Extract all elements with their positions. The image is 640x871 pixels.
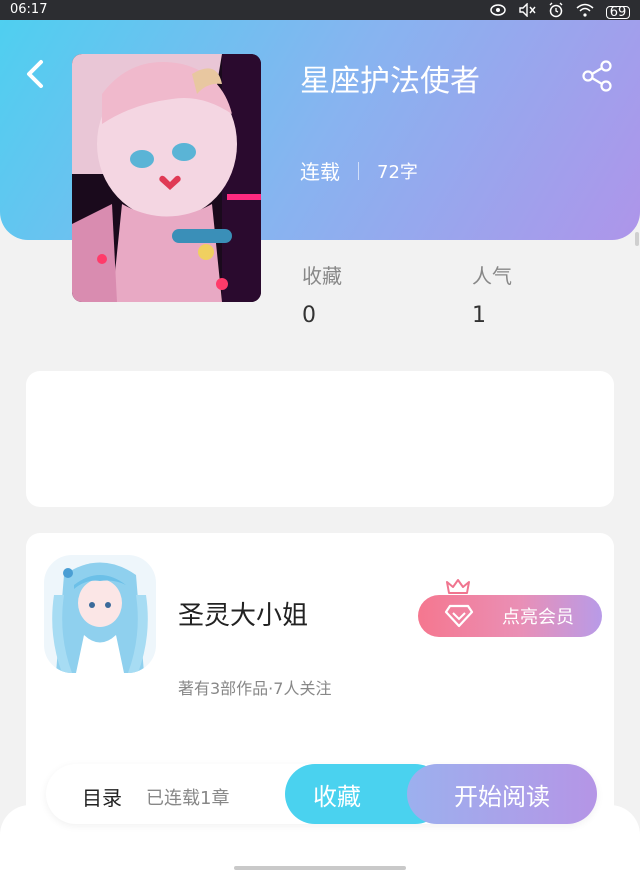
favorites-value: 0 [302, 303, 316, 328]
status-bar: 06:17 69 [0, 0, 640, 20]
chapters-label[interactable]: 已连载1章 [146, 784, 229, 810]
popularity-stat: 人气 1 [472, 260, 512, 328]
intro-card [26, 371, 614, 507]
action-bar: 目录 已连载1章 收藏 开始阅读 [46, 764, 597, 824]
author-avatar[interactable] [44, 555, 156, 673]
favorites-label: 收藏 [302, 264, 342, 288]
alarm-icon [548, 2, 564, 22]
chevron-left-icon [27, 60, 43, 88]
share-button[interactable] [582, 60, 614, 92]
vip-button[interactable]: 点亮会员 [418, 577, 602, 641]
book-title: 星座护法使者 [300, 64, 480, 99]
book-cover[interactable] [72, 54, 261, 302]
scrollbar[interactable] [635, 232, 639, 246]
share-icon [582, 60, 612, 92]
book-meta: 连载 72字 [300, 156, 418, 185]
book-word-count: 72字 [377, 161, 418, 183]
catalog-button[interactable]: 目录 [82, 782, 122, 811]
wifi-icon [576, 3, 594, 21]
diamond-icon [444, 604, 474, 628]
start-reading-button[interactable]: 开始阅读 [407, 764, 597, 824]
crown-icon [446, 579, 470, 597]
eye-icon [490, 4, 506, 20]
favorites-stat: 收藏 0 [302, 260, 342, 328]
author-name[interactable]: 圣灵大小姐 [178, 595, 308, 632]
back-button[interactable] [20, 56, 50, 92]
vip-label: 点亮会员 [502, 607, 574, 628]
meta-divider [358, 161, 359, 180]
mute-icon [518, 2, 536, 21]
home-indicator[interactable] [234, 866, 406, 870]
author-stats: 著有3部作品·7人关注 [178, 679, 332, 698]
book-status: 连载 [300, 160, 340, 184]
popularity-value: 1 [472, 303, 486, 328]
popularity-label: 人气 [472, 264, 512, 288]
status-time: 06:17 [10, 2, 48, 17]
status-icons: 69 [490, 2, 630, 22]
battery-icon: 69 [606, 5, 630, 19]
